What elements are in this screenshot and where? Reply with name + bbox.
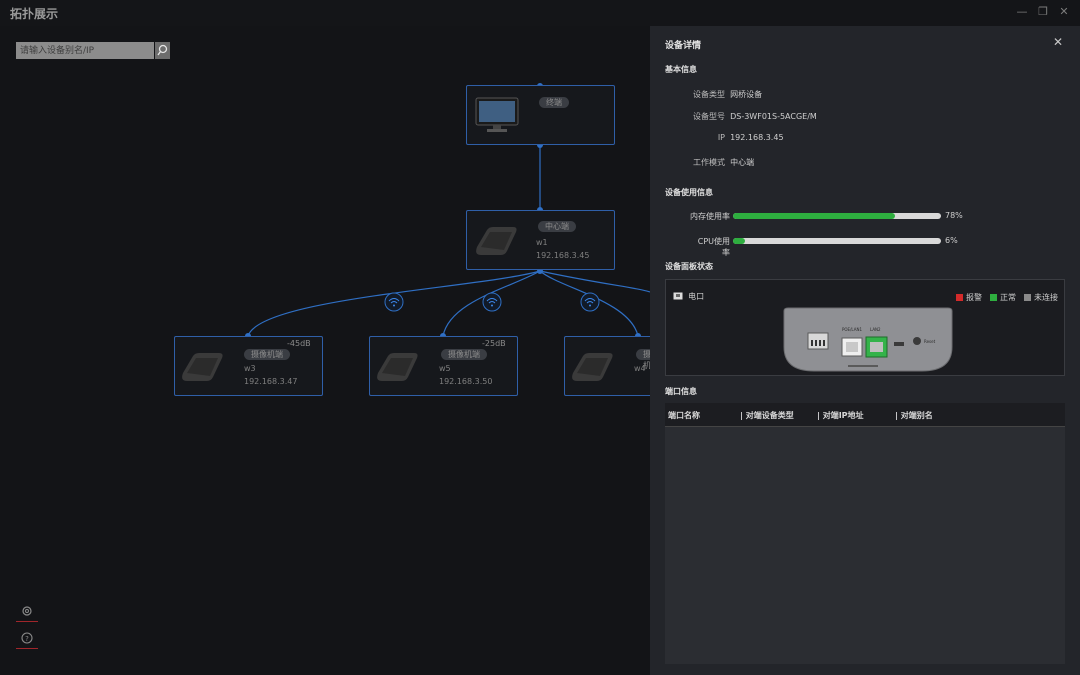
cpu-usage-bar [733,238,941,244]
front-panel-heading: 设备面板状态 [665,262,713,271]
poe-port-label: POE/LAN1 [842,327,862,332]
port-info-heading: 端口信息 [665,387,697,396]
device-model-row: 设备型号 DS-3WF01S-5ACGE/M [693,112,817,121]
node-type-tag: 摄像机端 [244,349,290,360]
memory-usage-row: 内存使用率 78% [690,211,963,221]
settings-button[interactable] [16,600,38,622]
panel-close-button[interactable]: ✕ [1051,35,1065,49]
device-type-row: 设备类型 网桥设备 [693,90,763,99]
memory-usage-bar [733,213,941,219]
svg-text:?: ? [25,635,29,643]
signal-strength: -25dB [482,339,506,348]
column-peer-type[interactable]: | 对端设备类型 [740,410,794,421]
reset-label: Reset [924,339,936,344]
camera-node-w4[interactable]: 摄像机端 w4 [564,336,650,396]
basic-info-heading: 基本信息 [665,65,697,74]
node-name: w5 [439,364,451,373]
port-table-header: 端口名称 | 对端设备类型 | 对端IP地址 | 对端别名 [665,403,1065,427]
node-type-tag: 中心端 [538,221,576,232]
column-peer-ip[interactable]: | 对端IP地址 [817,410,864,421]
center-node[interactable]: 中心端 w1 192.168.3.45 [466,210,615,270]
node-name: w3 [244,364,256,373]
help-icon: ? [21,632,33,644]
column-peer-alias[interactable]: | 对端别名 [895,410,933,421]
help-button[interactable]: ? [16,627,38,649]
camera-node-w3[interactable]: -45dB 摄像机端 w3 192.168.3.47 [174,336,323,396]
wifi-links [384,292,600,312]
node-ip: 192.168.3.50 [439,377,493,386]
front-panel-status: 电口 报警 正常 未连接 POE/LAN1 LAN2 Reset [665,279,1065,376]
node-ip: 192.168.3.47 [244,377,298,386]
minimize-button[interactable]: — [1013,3,1031,21]
node-type-tag: 终端 [539,97,569,108]
node-name: w4 [634,364,646,373]
column-port-name[interactable]: 端口名称 [668,410,700,421]
node-ip: 192.168.3.45 [536,251,590,260]
panel-title: 设备详情 [665,41,702,51]
gear-icon [22,606,32,616]
memory-usage-value: 78% [945,211,963,220]
work-mode-row: 工作模式 中心端 [693,158,755,167]
legend-alarm: 报警 [956,292,982,303]
close-window-button[interactable]: ✕ [1055,3,1073,21]
node-name: w1 [536,238,548,247]
title-bar: 拓扑展示 — ❐ ✕ [0,0,1080,26]
ethernet-port-icon [673,292,683,300]
bridge-device-icon [572,353,613,381]
device-detail-panel: 设备详情 ✕ 基本信息 设备类型 网桥设备 设备型号 DS-3WF01S-5AC… [650,26,1080,675]
legend-normal: 正常 [990,292,1016,303]
app-title: 拓扑展示 [10,7,59,21]
node-type-tag: 摄像机端 [441,349,487,360]
topology-canvas[interactable]: 终端 中心端 w1 192.168.3.45 -45dB 摄像机端 w3 192… [0,26,650,675]
device-ip-row: IP 192.168.3.45 [717,133,784,142]
bridge-device-icon [476,227,517,255]
cpu-usage-value: 6% [945,236,958,245]
bridge-device-icon [377,353,418,381]
usage-heading: 设备使用信息 [665,188,713,197]
port-type-legend: 电口 [673,291,704,302]
cpu-usage-row: CPU使用率 6% [697,236,958,257]
restore-button[interactable]: ❐ [1034,3,1052,21]
device-front-panel-image: POE/LAN1 LAN2 Reset [783,307,953,372]
monitor-icon [475,97,519,132]
node-type-tag: 摄像机端 [636,349,650,370]
port-table: 端口名称 | 对端设备类型 | 对端IP地址 | 对端别名 [665,403,1065,664]
lan2-port-label: LAN2 [870,327,881,332]
legend-disconnected: 未连接 [1024,292,1058,303]
bridge-device-icon [182,353,223,381]
camera-node-w5[interactable]: -25dB 摄像机端 w5 192.168.3.50 [369,336,518,396]
signal-strength: -45dB [287,339,311,348]
terminal-node[interactable]: 终端 [466,85,615,145]
